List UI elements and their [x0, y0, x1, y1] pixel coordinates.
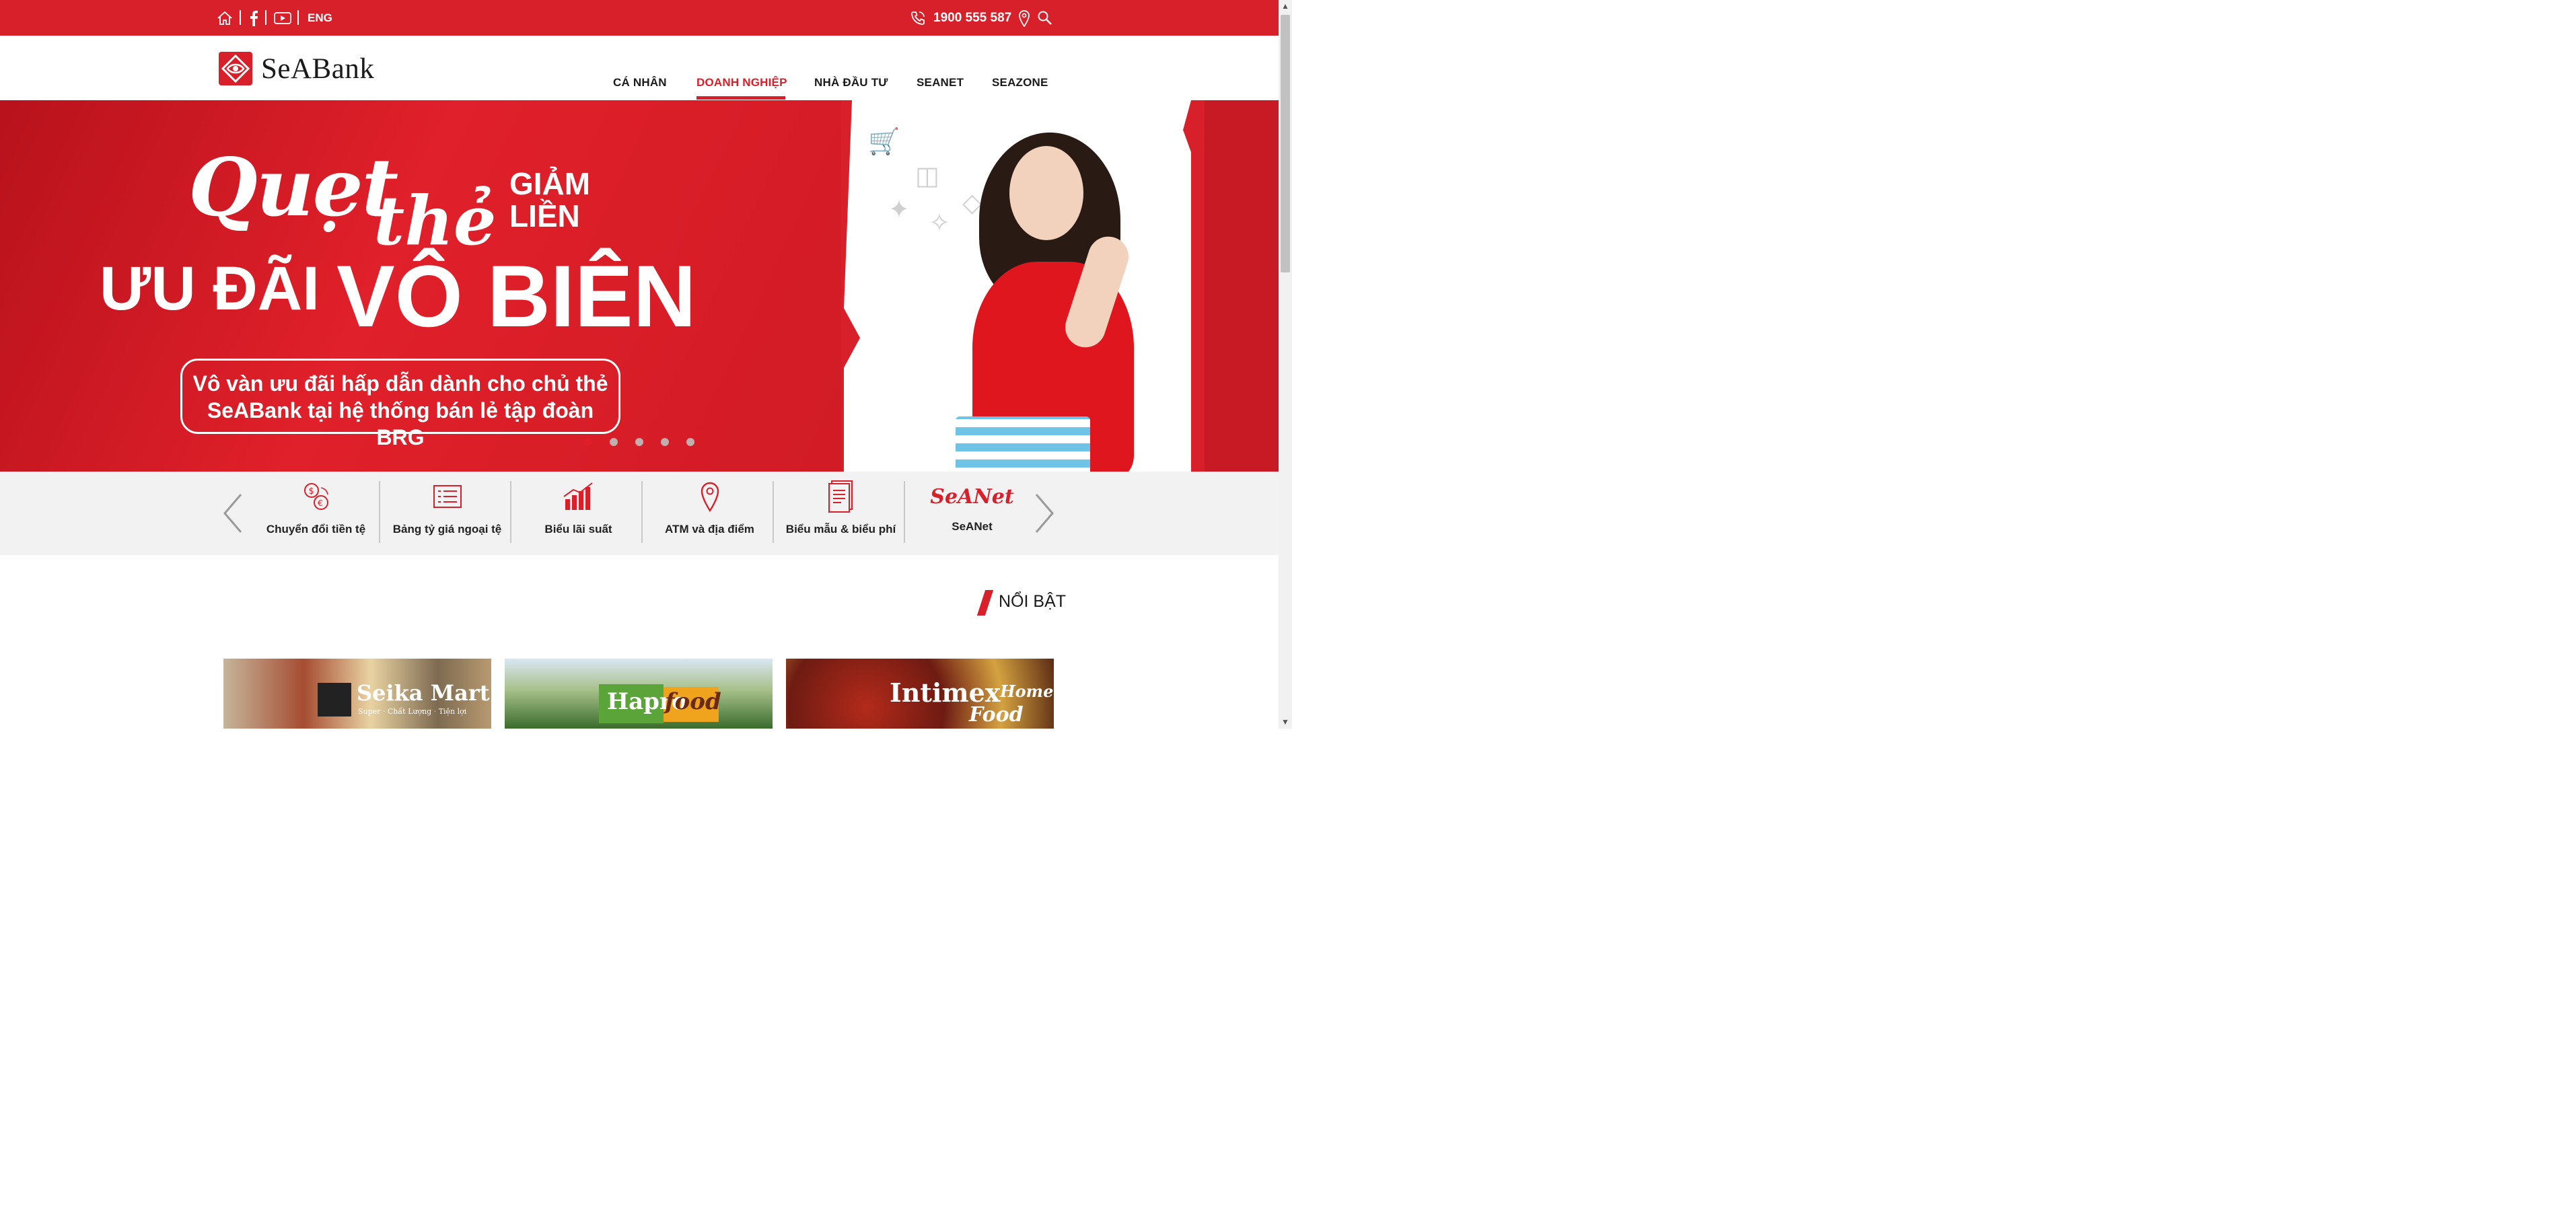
intimex-home-word: Home [1000, 682, 1054, 701]
currency-exchange-icon: $ € [301, 480, 332, 513]
hero-description-line2: SeABank tại hệ thống bán lẻ tập đoàn BRG [207, 398, 594, 449]
carousel-dot-4[interactable] [661, 438, 669, 446]
quick-links-bar: $ € Chuyển đổi tiền tệ Bảng tỷ giá ngoại … [0, 472, 1279, 555]
nav-doanh-nghiep[interactable]: DOANH NGHIỆP [696, 76, 787, 89]
forms-icon [828, 480, 855, 513]
seabank-logo-icon [219, 52, 252, 85]
quick-link-seanet-label: SeANet [952, 520, 993, 533]
hero-description-line1: Vô vàn ưu đãi hấp dẫn dành cho chủ thẻ [192, 371, 608, 396]
cart-decoration-icon: 🛒 [868, 128, 900, 156]
carousel-dot-3[interactable] [635, 438, 643, 446]
featured-card-seika-mart[interactable]: Seika Mart Super · Chất Lượng · Tiện lợi [223, 659, 491, 729]
facebook-icon[interactable] [249, 0, 258, 36]
hero-right-edge [1205, 100, 1279, 472]
nav-nha-dau-tu[interactable]: NHÀ ĐẦU TƯ [814, 76, 888, 89]
quick-divider [904, 481, 905, 543]
hero-lien: LIỀN [509, 198, 580, 233]
seabank-logo[interactable]: SeABank [218, 50, 374, 87]
logo-text: SeABank [261, 52, 375, 85]
quick-divider [641, 481, 643, 543]
quick-link-forms-label: Biểu mẫu & biểu phí [785, 523, 896, 536]
quick-prev-arrow[interactable] [219, 492, 246, 539]
browser-viewport: ENG 1900 555 587 SeABank CÁ NHÂN DOANH N… [0, 0, 1292, 729]
svg-text:$: $ [308, 486, 314, 496]
shopping-bag [956, 416, 1090, 472]
quick-link-seanet[interactable]: SeANet SeANet [906, 472, 1038, 555]
quick-link-currency[interactable]: $ € Chuyển đổi tiền tệ [250, 472, 382, 555]
carousel-dot-2[interactable] [610, 438, 618, 446]
language-switch[interactable]: ENG [308, 0, 332, 36]
main-header: SeABank CÁ NHÂN DOANH NGHIỆP NHÀ ĐẦU TƯ … [0, 36, 1279, 100]
hero-description-box: Vô vàn ưu đãi hấp dẫn dành cho chủ thẻ S… [180, 359, 620, 449]
seika-mart-name: Seika Mart [357, 680, 490, 706]
scroll-down-arrow[interactable]: ▼ [1281, 717, 1289, 727]
quick-link-atm[interactable]: ATM và địa điểm [644, 472, 775, 555]
carousel-dot-1[interactable] [584, 438, 592, 446]
quick-divider [773, 481, 774, 543]
bag-decoration-icon: ◫ [915, 162, 939, 190]
map-pin-icon [700, 480, 720, 513]
rate-table-icon [433, 480, 462, 513]
quick-next-arrow[interactable] [1031, 492, 1058, 539]
hero-script-quet: Quẹt [188, 141, 398, 234]
seika-mart-subtitle: Super · Chất Lượng · Tiện lợi [358, 707, 467, 716]
quick-divider [379, 481, 380, 543]
hero-vo-bien: VÔ BIÊN [336, 247, 696, 345]
home-icon[interactable] [217, 0, 233, 36]
hero-banner[interactable]: 🛒 ◫ ✦ ◇ ✧ Quẹt thẻ GIẢM LIỀN ƯU ĐÃI VÔ B… [0, 100, 1279, 472]
nav-seazone[interactable]: SEAZONE [992, 76, 1048, 89]
seika-logo-block [318, 683, 351, 716]
hapro-food-word: food [665, 688, 721, 715]
youtube-icon[interactable] [274, 0, 291, 36]
featured-accent-mark [976, 590, 994, 616]
scroll-up-arrow[interactable]: ▲ [1281, 1, 1289, 11]
nav-ca-nhan[interactable]: CÁ NHÂN [613, 76, 667, 89]
featured-card-hapro-food[interactable]: Hapro food [505, 659, 773, 729]
carousel-dots [584, 438, 694, 446]
nav-active-underline [696, 96, 785, 100]
quick-link-interest[interactable]: Biểu lãi suất [513, 472, 644, 555]
scrollbar-thumb[interactable] [1281, 15, 1290, 272]
interest-chart-icon [563, 480, 595, 513]
seanet-logo: SeANet [930, 480, 1013, 513]
top-bar: ENG 1900 555 587 [0, 0, 1279, 36]
featured-card-intimex[interactable]: Intimex Home Food [786, 659, 1054, 729]
quick-link-currency-label: Chuyển đổi tiền tệ [266, 523, 366, 536]
star-decoration-icon: ✧ [929, 209, 950, 237]
phone-icon [910, 0, 926, 36]
svg-text:€: € [318, 499, 323, 508]
nav-seanet[interactable]: SEANET [917, 76, 964, 89]
seanet-logo-text: SeANet [930, 484, 1014, 509]
hero-giam-lien: GIẢM LIỀN [509, 168, 590, 232]
quick-link-rate-table[interactable]: Bảng tỷ giá ngoại tệ [382, 472, 513, 555]
quick-divider [510, 481, 511, 543]
hotline-number[interactable]: 1900 555 587 [933, 0, 1011, 36]
hero-giam: GIẢM [509, 166, 591, 201]
carousel-dot-5[interactable] [686, 438, 694, 446]
featured-title: NỔI BẬT [999, 592, 1067, 611]
model-face [1009, 146, 1083, 240]
quick-link-atm-label: ATM và địa điểm [665, 523, 754, 536]
intimex-food-word: Food [969, 703, 1024, 727]
quick-link-forms[interactable]: Biểu mẫu & biểu phí [775, 472, 906, 555]
quick-link-interest-label: Biểu lãi suất [544, 523, 612, 536]
location-icon[interactable] [1018, 0, 1030, 36]
tag-decoration-icon: ✦ [888, 196, 910, 224]
hero-uu-dai: ƯU ĐÃI [100, 254, 320, 323]
quick-link-rate-table-label: Bảng tỷ giá ngoại tệ [392, 523, 502, 536]
search-icon[interactable] [1037, 0, 1053, 36]
